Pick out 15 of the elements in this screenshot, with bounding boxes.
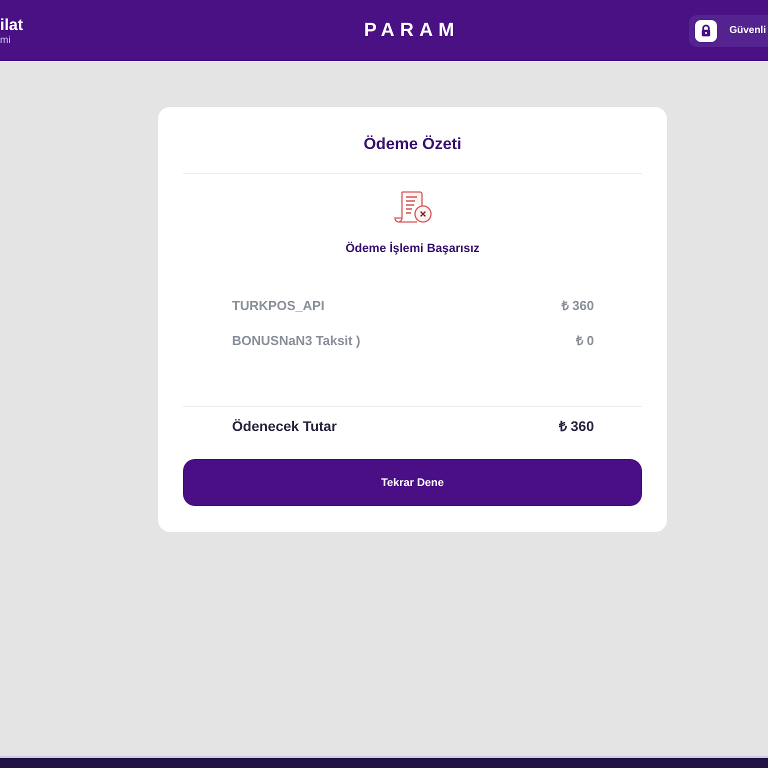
line-item-label: TURKPOS_API [232,298,324,314]
failed-receipt-icon [392,190,432,224]
retry-button[interactable]: Tekrar Dene [183,459,642,506]
secure-label: Güvenli [729,25,766,36]
line-item-amount: ₺ 360 [562,298,594,314]
total-amount: ₺ 360 [558,417,594,435]
logo: PARAM [364,20,460,42]
header-subtitle: mi [0,35,11,47]
line-item-amount: ₺ 0 [576,333,594,349]
status-message: Ödeme İşlemi Başarısız [345,240,480,256]
lock-icon [695,20,718,42]
line-item-label: BONUSNaN3 Taksit ) [232,333,360,349]
header-title: ilat [0,16,24,35]
card-title: Ödeme Özeti [362,134,462,155]
total-label: Ödenecek Tutar [232,417,337,435]
